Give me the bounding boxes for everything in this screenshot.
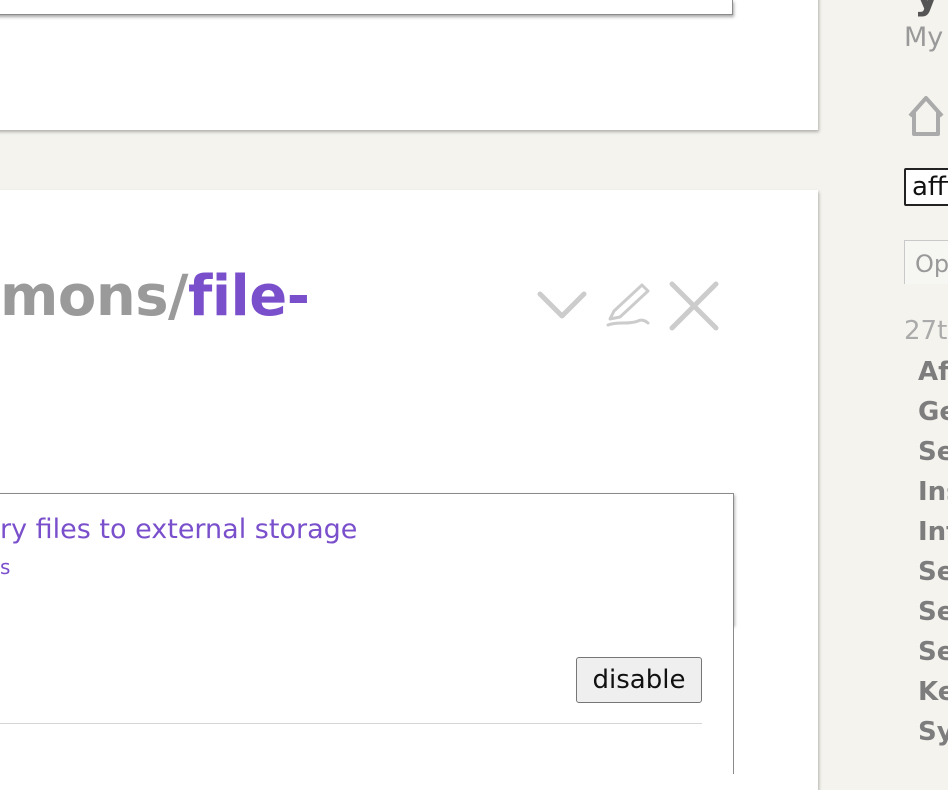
previous-tiddler-inner-box bbox=[0, 0, 733, 15]
divider bbox=[0, 723, 702, 724]
chevron-down-icon bbox=[537, 291, 587, 319]
search-result-link[interactable]: Se bbox=[918, 555, 948, 589]
home-button[interactable] bbox=[904, 94, 948, 138]
search-result-link[interactable]: Ins bbox=[918, 475, 948, 509]
plugin-subtext: s bbox=[0, 555, 11, 579]
search-result-link[interactable]: Ke bbox=[918, 675, 948, 709]
tiddler-title: mons/file- bbox=[0, 259, 310, 335]
disable-button[interactable]: disable bbox=[576, 657, 702, 703]
home-icon bbox=[908, 96, 944, 136]
search-result-link[interactable]: Se bbox=[918, 595, 948, 629]
site-subtitle: My bbox=[904, 22, 944, 53]
search-result-link[interactable]: Ge bbox=[918, 395, 948, 429]
close-button[interactable] bbox=[667, 279, 721, 333]
fold-button[interactable] bbox=[536, 286, 588, 326]
search-result-link[interactable]: Se bbox=[918, 635, 948, 669]
edit-button[interactable] bbox=[604, 281, 652, 329]
plugin-description[interactable]: ry files to external storage bbox=[0, 512, 357, 548]
search-result-link[interactable]: Sy bbox=[918, 715, 948, 749]
tab-open[interactable]: Op bbox=[904, 240, 948, 284]
pencil-icon bbox=[606, 283, 650, 327]
search-input[interactable] bbox=[904, 168, 948, 206]
search-results-header: 27tl bbox=[904, 316, 948, 346]
tiddler-previous bbox=[0, 0, 818, 130]
search-result-link[interactable]: Se bbox=[918, 435, 948, 469]
tiddler-title-plain: mons/ bbox=[0, 264, 188, 329]
search-result-link[interactable]: Int bbox=[918, 515, 948, 549]
site-title: y bbox=[914, 0, 940, 18]
search-result-link[interactable]: Af bbox=[918, 355, 948, 389]
story-river: mons/file- ry files to external storage … bbox=[0, 0, 820, 790]
close-icon bbox=[669, 281, 719, 331]
tiddler-title-accent: file- bbox=[187, 264, 310, 329]
